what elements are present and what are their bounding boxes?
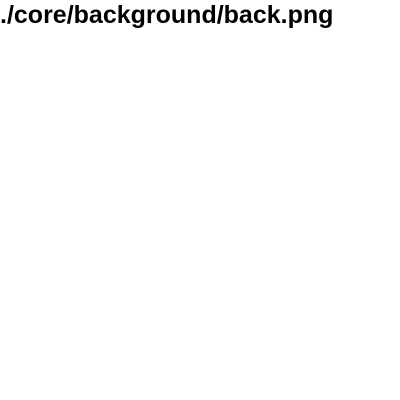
page-canvas: ./core/background/back.png <box>0 0 400 400</box>
broken-image-path-text: ./core/background/back.png <box>0 1 334 29</box>
